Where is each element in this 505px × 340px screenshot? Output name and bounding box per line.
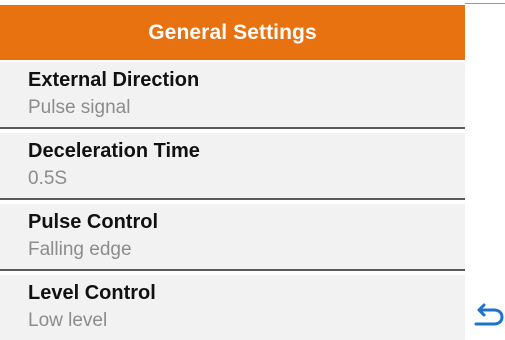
setting-value: Low level bbox=[28, 310, 108, 331]
settings-panel: General Settings External Direction Puls… bbox=[0, 0, 465, 340]
back-arrow-icon[interactable] bbox=[473, 302, 505, 328]
settings-header: General Settings bbox=[0, 5, 465, 60]
page-title: General Settings bbox=[148, 20, 317, 44]
setting-value: 0.5S bbox=[28, 168, 68, 189]
setting-item-deceleration-time[interactable]: Deceleration Time 0.5S bbox=[0, 133, 465, 200]
setting-value: Pulse signal bbox=[28, 97, 131, 118]
setting-label: External Direction bbox=[28, 69, 200, 91]
setting-label: Level Control bbox=[28, 282, 156, 304]
setting-value: Falling edge bbox=[28, 239, 132, 260]
setting-item-pulse-control[interactable]: Pulse Control Falling edge bbox=[0, 204, 465, 271]
setting-item-level-control[interactable]: Level Control Low level bbox=[0, 275, 465, 340]
top-divider bbox=[465, 3, 505, 4]
setting-item-external-direction[interactable]: External Direction Pulse signal bbox=[0, 62, 465, 129]
setting-label: Pulse Control bbox=[28, 211, 159, 233]
setting-label: Deceleration Time bbox=[28, 140, 200, 162]
